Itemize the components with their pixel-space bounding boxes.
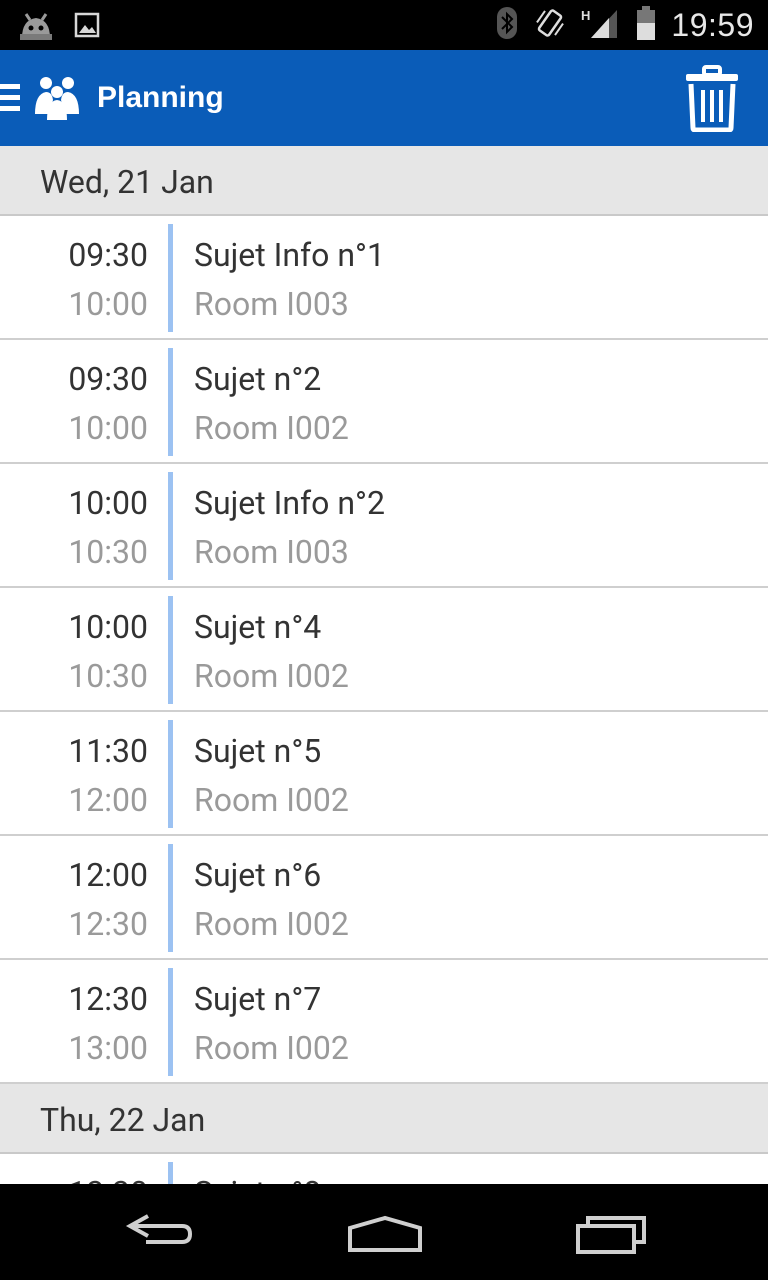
room-label: Room I002: [194, 781, 349, 819]
planning-list[interactable]: Wed, 21 Jan 09:30 10:00 Sujet Info n°1 Room …: [0, 146, 768, 1184]
subject-title: Sujet n°4: [194, 608, 322, 646]
planning-item[interactable]: 09:30 10:00 Sujet n°2 Room I002: [0, 340, 768, 464]
group-logo-icon[interactable]: [32, 74, 82, 120]
subject-title: Sujet n°5: [194, 732, 322, 770]
clock: 19:59: [671, 6, 754, 43]
subject-title: Sujet n°7: [194, 980, 322, 1018]
planning-item[interactable]: 09:30 10:00 Sujet Info n°1 Room I003: [0, 216, 768, 340]
network-type-label: H: [581, 8, 590, 23]
app-bar: Planning: [0, 50, 768, 146]
end-time: 10:30: [68, 533, 148, 571]
bluetooth-icon: [495, 6, 519, 44]
room-label: Room I002: [194, 409, 349, 447]
trash-icon[interactable]: [682, 64, 742, 133]
end-time: 13:00: [68, 1029, 148, 1067]
time-divider: [168, 596, 173, 704]
end-time: 12:30: [68, 905, 148, 943]
menu-icon[interactable]: [0, 84, 20, 114]
planning-item[interactable]: 12:30 13:00 Sujet n°7 Room I002: [0, 960, 768, 1084]
signal-icon: H: [581, 6, 621, 44]
subject-title: Sujet n°8: [194, 1174, 321, 1184]
date-label: Wed, 21 Jan: [40, 163, 214, 201]
battery-icon: [635, 5, 657, 45]
start-time: 12:00: [68, 856, 148, 894]
time-divider: [168, 968, 173, 1076]
planning-item[interactable]: 11:30 12:00 Sujet n°5 Room I002: [0, 712, 768, 836]
screen: H 19:59 Planning Wed, 21 Jan 09:30 10:00…: [0, 0, 768, 1280]
page-title: Planning: [97, 81, 224, 114]
start-time: 11:30: [68, 732, 148, 770]
planning-item[interactable]: 12:00 12:30 Sujet n°6 Room I002: [0, 836, 768, 960]
room-label: Room I003: [194, 533, 349, 571]
date-section-header: Wed, 21 Jan: [0, 146, 768, 216]
android-icon: [16, 8, 56, 46]
subject-title: Sujet Info n°2: [194, 484, 385, 522]
subject-title: Sujet n°2: [194, 360, 322, 398]
planning-item[interactable]: 13:30 Sujet n°8: [0, 1154, 768, 1184]
start-time: 09:30: [68, 236, 148, 274]
image-icon: [74, 12, 100, 42]
back-icon[interactable]: [118, 1206, 208, 1258]
room-label: Room I002: [194, 905, 349, 943]
room-label: Room I002: [194, 1029, 349, 1067]
recent-apps-icon[interactable]: [568, 1206, 658, 1258]
date-label: Thu, 22 Jan: [40, 1101, 206, 1139]
navigation-bar: [0, 1184, 768, 1280]
end-time: 12:00: [68, 781, 148, 819]
start-time: 10:00: [68, 484, 148, 522]
status-bar: H 19:59: [0, 0, 768, 50]
time-divider: [168, 720, 173, 828]
planning-item[interactable]: 10:00 10:30 Sujet n°4 Room I002: [0, 588, 768, 712]
date-section-header: Thu, 22 Jan: [0, 1084, 768, 1154]
end-time: 10:30: [68, 657, 148, 695]
start-time: 09:30: [68, 360, 148, 398]
subject-title: Sujet n°6: [194, 856, 322, 894]
start-time: 10:00: [68, 608, 148, 646]
start-time: 12:30: [68, 980, 148, 1018]
subject-title: Sujet Info n°1: [194, 236, 385, 274]
home-icon[interactable]: [340, 1206, 430, 1258]
end-time: 10:00: [68, 409, 148, 447]
planning-item[interactable]: 10:00 10:30 Sujet Info n°2 Room I003: [0, 464, 768, 588]
vibrate-icon: [533, 6, 567, 44]
time-divider: [168, 348, 173, 456]
time-divider: [168, 224, 173, 332]
time-divider: [168, 1162, 173, 1184]
room-label: Room I003: [194, 285, 349, 323]
room-label: Room I002: [194, 657, 349, 695]
end-time: 10:00: [68, 285, 148, 323]
start-time: 13:30: [68, 1174, 148, 1184]
time-divider: [168, 844, 173, 952]
time-divider: [168, 472, 173, 580]
